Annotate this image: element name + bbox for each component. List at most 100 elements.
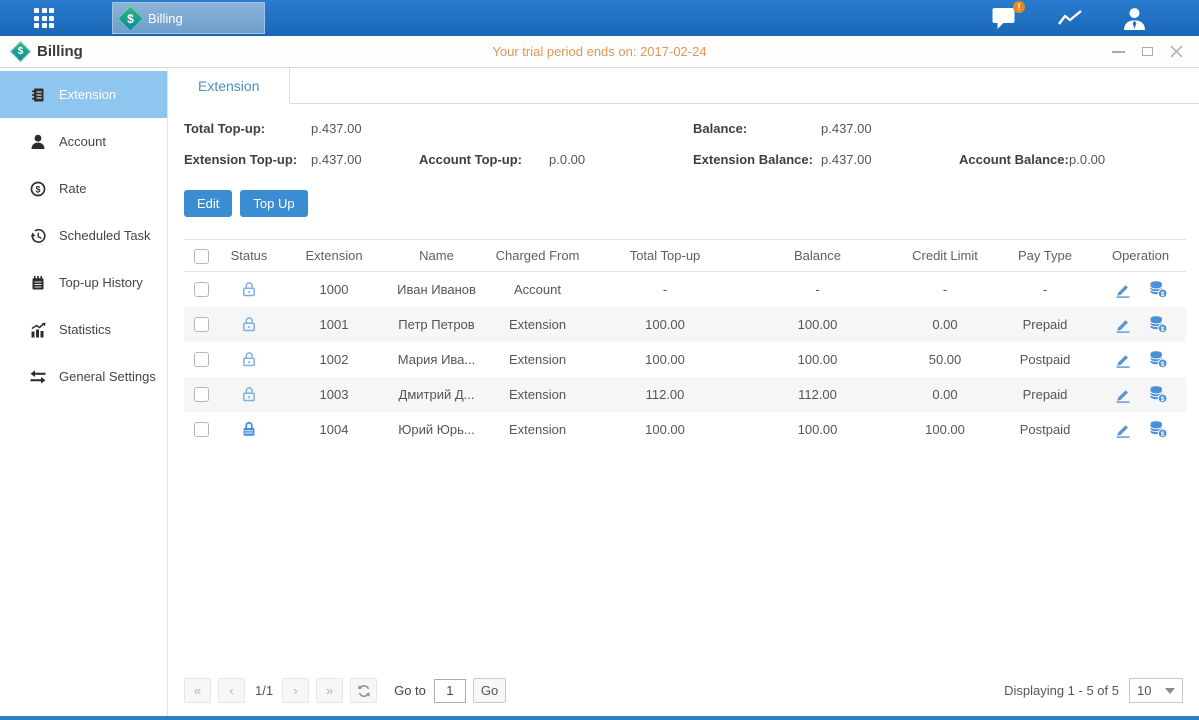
edit-pencil-icon	[1114, 280, 1132, 298]
close-button[interactable]	[1170, 45, 1183, 58]
cell-total-topup: 112.00	[590, 377, 740, 412]
balance-summary: Total Top-up: p.437.00 Balance: p.437.00…	[184, 121, 1183, 167]
balance-label: Balance:	[693, 121, 821, 136]
table-row: 1000Иван ИвановAccount----$	[184, 272, 1186, 307]
row-edit-button[interactable]	[1114, 385, 1132, 403]
row-topup-button[interactable]: $	[1148, 385, 1168, 404]
sidebar-item-statistics[interactable]: Statistics	[0, 306, 167, 353]
cell-total-topup: 100.00	[590, 342, 740, 377]
go-button[interactable]: Go	[473, 678, 506, 703]
sidebar-item-scheduled-task[interactable]: Scheduled Task	[0, 212, 167, 259]
svg-text:$: $	[1160, 291, 1164, 298]
svg-text:$: $	[1160, 395, 1164, 402]
table-row: 1004Юрий Юрь...Extension100.00100.00100.…	[184, 412, 1186, 447]
reports-icon[interactable]	[1056, 7, 1084, 29]
cell-charged-from: Extension	[485, 412, 590, 447]
cell-extension: 1003	[280, 377, 388, 412]
cell-balance: 100.00	[740, 342, 895, 377]
row-checkbox[interactable]	[194, 387, 209, 402]
status-lock-icon[interactable]	[240, 420, 258, 438]
minimize-button[interactable]	[1112, 51, 1125, 53]
svg-text:$: $	[35, 184, 40, 194]
unlocked-icon	[240, 280, 258, 298]
cell-balance: -	[740, 272, 895, 307]
table-row: 1002Мария Ива...Extension100.00100.0050.…	[184, 342, 1186, 377]
col-balance: Balance	[740, 240, 895, 272]
displaying-text: Displaying 1 - 5 of 5	[1004, 683, 1119, 698]
row-topup-button[interactable]: $	[1148, 350, 1168, 369]
status-lock-icon[interactable]	[240, 315, 258, 333]
row-edit-button[interactable]	[1114, 420, 1132, 438]
row-edit-button[interactable]	[1114, 315, 1132, 333]
col-total-topup: Total Top-up	[590, 240, 740, 272]
cell-pay-type: Prepaid	[995, 307, 1095, 342]
row-topup-button[interactable]: $	[1148, 280, 1168, 299]
line-chart-icon	[1056, 7, 1084, 29]
row-edit-button[interactable]	[1114, 280, 1132, 298]
swap-arrows-icon	[30, 369, 46, 385]
tab-extension[interactable]: Extension	[168, 68, 290, 104]
row-checkbox[interactable]	[194, 317, 209, 332]
maximize-button[interactable]	[1142, 47, 1153, 56]
messages-icon[interactable]: !	[991, 6, 1018, 30]
edit-pencil-icon	[1114, 385, 1132, 403]
cell-credit-limit: 50.00	[895, 342, 995, 377]
sidebar-item-rate[interactable]: $ Rate	[0, 165, 167, 212]
sidebar-label: Rate	[59, 181, 86, 196]
next-page-button[interactable]: ›	[282, 678, 309, 703]
ledger-icon	[30, 87, 46, 103]
taskbar-tab-billing[interactable]: $ Billing	[112, 2, 265, 34]
goto-label: Go to	[394, 683, 426, 698]
prev-page-button[interactable]: ‹	[218, 678, 245, 703]
row-checkbox[interactable]	[194, 422, 209, 437]
account-person-icon	[30, 134, 46, 150]
row-topup-button[interactable]: $	[1148, 315, 1168, 334]
status-lock-icon[interactable]	[240, 350, 258, 368]
refresh-button[interactable]	[350, 678, 377, 703]
cell-name: Юрий Юрь...	[388, 412, 485, 447]
unlocked-icon	[240, 350, 258, 368]
notification-badge: !	[1013, 1, 1025, 13]
tab-strip: Extension	[168, 68, 1199, 104]
goto-page-input[interactable]	[434, 679, 466, 703]
billing-diamond-icon: $	[117, 5, 144, 32]
svg-text:$: $	[1160, 430, 1164, 437]
cell-name: Мария Ива...	[388, 342, 485, 377]
cell-balance: 112.00	[740, 377, 895, 412]
last-page-button[interactable]: »	[316, 678, 343, 703]
sidebar-item-general-settings[interactable]: General Settings	[0, 353, 167, 400]
top-up-coins-icon: $	[1148, 315, 1168, 334]
cell-credit-limit: 100.00	[895, 412, 995, 447]
svg-text:$: $	[1160, 325, 1164, 332]
total-topup-value: p.437.00	[311, 121, 419, 136]
edit-button[interactable]: Edit	[184, 190, 232, 217]
sidebar-item-account[interactable]: Account	[0, 118, 167, 165]
taskbar-tab-label: Billing	[148, 11, 183, 26]
cell-balance: 100.00	[740, 412, 895, 447]
select-all-checkbox[interactable]	[194, 249, 209, 264]
cell-total-topup: 100.00	[590, 307, 740, 342]
user-account-icon[interactable]	[1122, 7, 1147, 30]
svg-text:$: $	[1160, 360, 1164, 367]
account-balance-label: Account Balance:	[959, 152, 1069, 167]
extension-topup-label: Extension Top-up:	[184, 152, 311, 167]
window-titlebar: $ Billing Your trial period ends on: 201…	[0, 36, 1199, 68]
trial-notice: Your trial period ends on: 2017-02-24	[0, 44, 1199, 59]
status-lock-icon[interactable]	[240, 385, 258, 403]
row-topup-button[interactable]: $	[1148, 420, 1168, 439]
sidebar-item-topup-history[interactable]: Top-up History	[0, 259, 167, 306]
top-up-coins-icon: $	[1148, 280, 1168, 299]
app-grid-icon[interactable]	[34, 8, 54, 28]
row-edit-button[interactable]	[1114, 350, 1132, 368]
page-size-select[interactable]: 10	[1129, 678, 1183, 703]
row-checkbox[interactable]	[194, 282, 209, 297]
sidebar-label: Top-up History	[59, 275, 143, 290]
first-page-button[interactable]: «	[184, 678, 211, 703]
col-extension: Extension	[280, 240, 388, 272]
row-checkbox[interactable]	[194, 352, 209, 367]
sidebar-item-extension[interactable]: Extension	[0, 71, 167, 118]
cell-pay-type: -	[995, 272, 1095, 307]
top-up-button[interactable]: Top Up	[240, 190, 307, 217]
sidebar: Extension Account $ Rate Scheduled Task	[0, 68, 168, 716]
status-lock-icon[interactable]	[240, 280, 258, 298]
